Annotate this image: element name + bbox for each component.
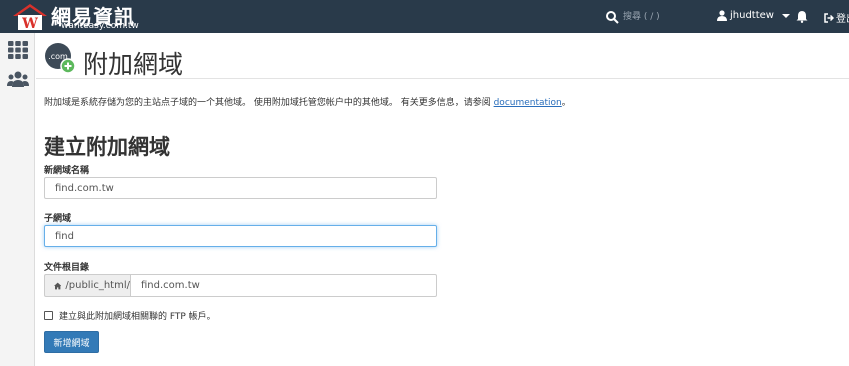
- docroot-input[interactable]: [130, 274, 437, 297]
- users-icon[interactable]: [7, 70, 29, 90]
- top-search: [605, 9, 703, 25]
- grid-icon[interactable]: [7, 40, 29, 60]
- section-title: 建立附加網域: [44, 135, 170, 159]
- username-label: jhudttew: [730, 10, 774, 21]
- page-header: .com 附加網域: [36, 33, 849, 79]
- docroot-prefix: /public_html/: [44, 274, 130, 297]
- checkbox-box[interactable]: [44, 311, 53, 320]
- home-icon: [54, 282, 62, 289]
- page-title: 附加網域: [83, 50, 184, 79]
- subdomain-label: 子網域: [44, 214, 72, 224]
- ftp-account-checkbox[interactable]: 建立與此附加網域相關聯的 FTP 帳戶。: [44, 309, 216, 322]
- page-description: 附加域是系統存儲为您的主站点子域的一个其他域。 使用附加域托管您帐户中的其他域。…: [44, 95, 571, 108]
- brand-subtitle: wanteasy.com.tw: [61, 21, 139, 31]
- search-input[interactable]: [623, 9, 703, 25]
- domain-input[interactable]: [44, 177, 437, 199]
- user-icon: [717, 10, 727, 21]
- logout-button[interactable]: 登出: [824, 10, 849, 25]
- svg-text:W: W: [21, 16, 38, 31]
- docroot-prefix-text: /public_html/: [65, 280, 130, 291]
- ftp-checkbox-label: 建立與此附加網域相關聯的 FTP 帳戶。: [59, 312, 216, 322]
- logo-house-icon: W: [13, 4, 47, 31]
- bell-icon[interactable]: [796, 10, 808, 23]
- top-navbar: W 網易資訊 wanteasy.com.tw jhudttew 登出: [0, 0, 849, 33]
- documentation-link[interactable]: documentation: [494, 98, 562, 108]
- sidebar: [0, 33, 35, 366]
- search-icon[interactable]: [605, 10, 619, 24]
- logout-label: 登出: [836, 14, 849, 25]
- user-menu[interactable]: jhudttew: [717, 10, 790, 21]
- main-content: .com 附加網域 附加域是系統存儲为您的主站点子域的一个其他域。 使用附加域托…: [36, 33, 849, 366]
- chevron-down-icon: [781, 13, 790, 18]
- domain-label: 新網域名稱: [44, 166, 90, 176]
- docroot-label: 文件根目錄: [44, 263, 90, 273]
- addon-domain-icon: .com: [45, 43, 76, 74]
- add-domain-button[interactable]: 新增網域: [44, 331, 99, 353]
- description-text: 附加域是系統存儲为您的主站点子域的一个其他域。 使用附加域托管您帐户中的其他域。…: [44, 98, 494, 108]
- subdomain-input[interactable]: [44, 225, 437, 247]
- logout-icon: [824, 12, 834, 23]
- description-end: 。: [561, 98, 571, 108]
